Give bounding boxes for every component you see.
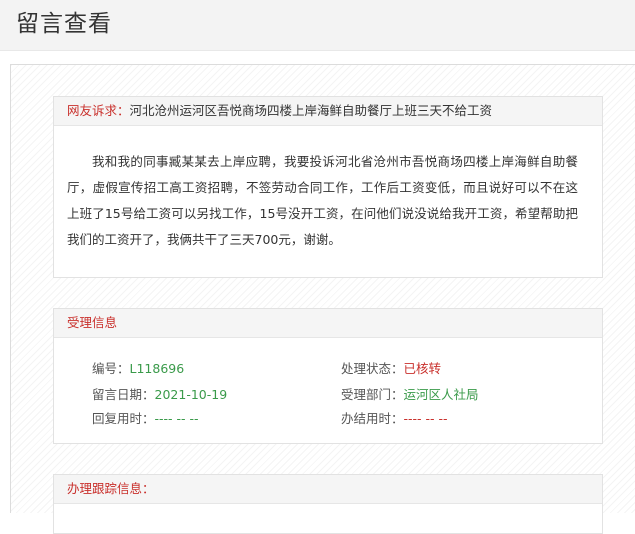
field-reply-time-label: 回复用时：: [92, 411, 155, 426]
complaint-header: 网友诉求：河北沧州运河区吾悦商场四楼上岸海鲜自助餐厅上班三天不给工资: [54, 97, 602, 126]
field-date-value: 2021-10-19: [154, 387, 228, 402]
field-finish-time: 办结用时：---- -- --: [341, 410, 448, 428]
field-reply-time: 回复用时：---- -- --: [92, 410, 199, 428]
complaint-title: 河北沧州运河区吾悦商场四楼上岸海鲜自助餐厅上班三天不给工资: [129, 103, 493, 118]
field-status-value: 已核转: [403, 361, 442, 376]
field-finish-time-value: ---- -- --: [403, 411, 448, 426]
field-finish-time-label: 办结用时：: [341, 411, 404, 426]
field-date-label: 留言日期：: [92, 387, 155, 402]
field-department: 受理部门：运河区人社局: [341, 386, 479, 404]
complaint-body: 我和我的同事臧某某去上岸应聘，我要投诉河北省沧州市吾悦商场四楼上岸海鲜自助餐厅，…: [67, 154, 578, 247]
field-id-label: 编号：: [92, 361, 130, 376]
acceptance-card: 受理信息 编号：L118696 处理状态：已核转 留言日期：2021-10-19…: [53, 308, 603, 444]
field-status-label: 处理状态：: [341, 361, 404, 376]
field-department-label: 受理部门：: [341, 387, 404, 402]
field-reply-time-value: ---- -- --: [154, 411, 199, 426]
field-department-value: 运河区人社局: [403, 387, 479, 402]
tracking-header: 办理跟踪信息：: [54, 475, 602, 504]
field-date: 留言日期：2021-10-19: [92, 386, 227, 404]
acceptance-header: 受理信息: [54, 309, 602, 338]
tracking-card: 办理跟踪信息：: [53, 474, 603, 534]
complaint-card: 网友诉求：河北沧州运河区吾悦商场四楼上岸海鲜自助餐厅上班三天不给工资 我和我的同…: [53, 96, 603, 278]
complaint-label: 网友诉求：: [67, 103, 130, 118]
field-id-value: L118696: [129, 361, 185, 376]
field-id: 编号：L118696: [92, 360, 184, 378]
page-title: 留言查看: [16, 11, 112, 37]
page-header: 留言查看: [0, 0, 635, 51]
field-status: 处理状态：已核转: [341, 360, 441, 378]
